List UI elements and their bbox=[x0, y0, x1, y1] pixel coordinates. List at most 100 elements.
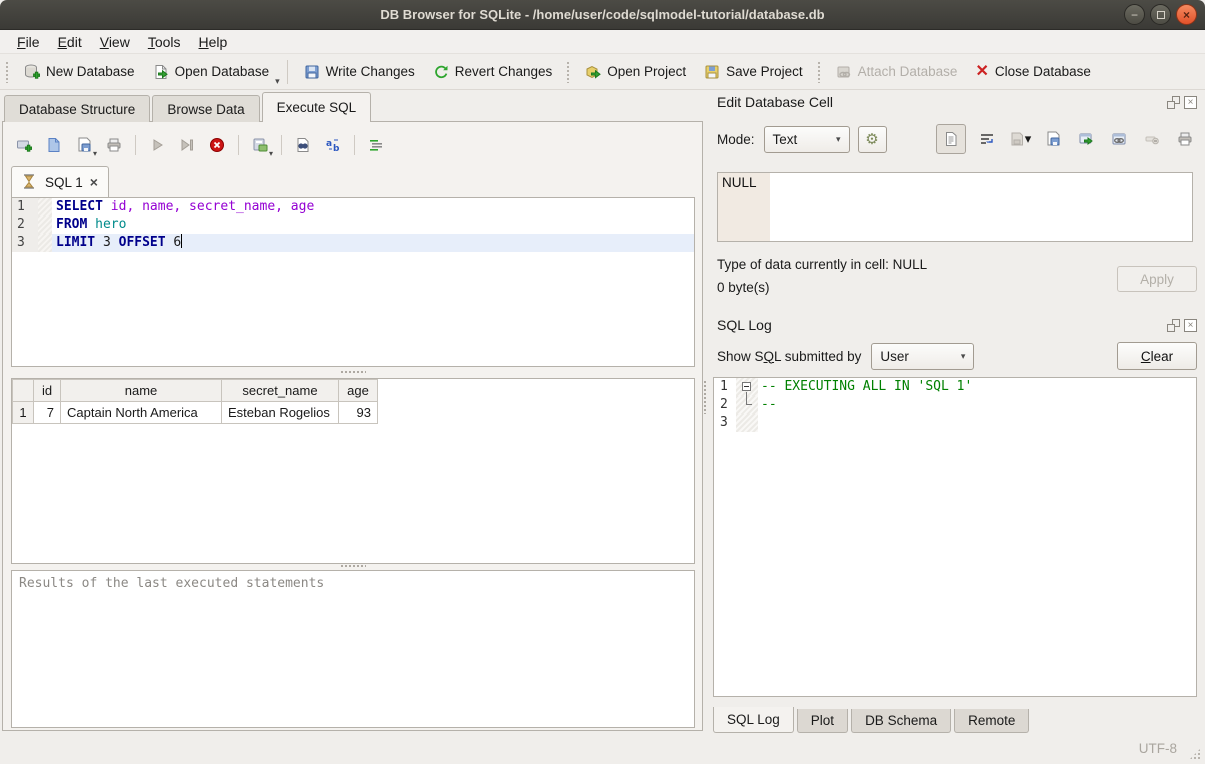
link-icon bbox=[1111, 131, 1127, 147]
menu-help[interactable]: Help bbox=[190, 32, 237, 52]
chevron-down-icon: ▾ bbox=[961, 351, 966, 362]
column-header-secret-name[interactable]: secret_name bbox=[222, 380, 339, 402]
text-mode-button[interactable] bbox=[936, 124, 966, 154]
sql-1-tab[interactable]: SQL 1 × bbox=[11, 166, 109, 197]
toolbar-drag-handle[interactable] bbox=[566, 61, 571, 83]
close-dock-icon[interactable]: × bbox=[1184, 96, 1197, 109]
save-project-button[interactable]: Save Project bbox=[695, 59, 812, 85]
export-results-dropdown[interactable]: ▾ bbox=[269, 149, 273, 158]
print-button[interactable] bbox=[101, 132, 127, 158]
save-sql-file-button[interactable]: ▾ bbox=[71, 132, 97, 158]
cell-name[interactable]: Captain North America bbox=[61, 402, 222, 424]
dock-tab-remote[interactable]: Remote bbox=[954, 709, 1029, 733]
cell-secret-name[interactable]: Esteban Rogelios bbox=[222, 402, 339, 424]
menubar: File Edit View Tools Help bbox=[0, 30, 1205, 54]
import-data-button[interactable]: ▾ bbox=[1008, 127, 1032, 151]
cell-id[interactable]: 7 bbox=[34, 402, 61, 424]
tab-execute-sql[interactable]: Execute SQL bbox=[262, 92, 372, 122]
find-button[interactable] bbox=[290, 132, 316, 158]
tab-browse-data[interactable]: Browse Data bbox=[152, 95, 259, 122]
new-sql-tab-button[interactable] bbox=[11, 132, 37, 158]
cell-age[interactable]: 93 bbox=[339, 402, 378, 424]
open-sql-file-icon bbox=[46, 137, 62, 153]
word-wrap-button[interactable] bbox=[975, 127, 999, 151]
save-sql-dropdown[interactable]: ▾ bbox=[93, 149, 97, 158]
execute-current-line-icon bbox=[179, 137, 195, 153]
close-button[interactable]: × bbox=[1176, 4, 1197, 25]
menu-edit[interactable]: Edit bbox=[49, 32, 91, 52]
resize-grip[interactable] bbox=[1189, 748, 1201, 760]
fold-collapse-icon[interactable] bbox=[742, 382, 751, 391]
format-sql-button[interactable] bbox=[363, 132, 389, 158]
import-dropdown[interactable]: ▾ bbox=[1025, 131, 1032, 147]
open-project-icon bbox=[585, 64, 601, 80]
open-database-dropdown[interactable]: ▾ bbox=[275, 76, 280, 89]
open-database-button[interactable]: Open Database bbox=[144, 59, 279, 85]
open-external-button[interactable] bbox=[1074, 127, 1098, 151]
close-sql-tab-icon[interactable]: × bbox=[90, 174, 98, 190]
print-cell-button[interactable] bbox=[1173, 127, 1197, 151]
toolbar-separator bbox=[238, 135, 239, 155]
menu-tools[interactable]: Tools bbox=[139, 32, 190, 52]
new-database-button[interactable]: New Database bbox=[15, 59, 144, 85]
column-header-age[interactable]: age bbox=[339, 380, 378, 402]
dock-tab-db-schema[interactable]: DB Schema bbox=[851, 709, 951, 733]
table-header-row: id name secret_name age bbox=[13, 380, 378, 402]
mode-select[interactable]: Text▾ bbox=[764, 126, 850, 153]
encoding-indicator[interactable]: UTF-8 bbox=[1139, 741, 1177, 756]
svg-text:b: b bbox=[333, 144, 340, 153]
find-replace-button[interactable]: ab bbox=[320, 132, 346, 158]
splitter-handle[interactable] bbox=[3, 369, 702, 375]
execute-all-icon bbox=[149, 137, 165, 153]
export-results-icon bbox=[252, 137, 268, 153]
sql-log-view[interactable]: 1-- EXECUTING ALL IN 'SQL 1' 2-- 3 bbox=[713, 377, 1197, 697]
save-sql-file-icon bbox=[76, 137, 92, 153]
revert-changes-button[interactable]: Revert Changes bbox=[424, 59, 562, 85]
sql-editor[interactable]: 1SELECT id, name, secret_name, age 2FROM… bbox=[11, 197, 695, 367]
float-dock-icon[interactable] bbox=[1167, 96, 1180, 109]
fold-margin bbox=[736, 414, 758, 432]
export-data-button[interactable] bbox=[1041, 127, 1065, 151]
text-cursor bbox=[181, 234, 182, 248]
minimize-button[interactable]: − bbox=[1124, 4, 1145, 25]
close-database-button[interactable]: ✕ Close Database bbox=[966, 59, 1099, 85]
column-header-id[interactable]: id bbox=[34, 380, 61, 402]
splitter-handle[interactable] bbox=[3, 563, 702, 569]
corner-cell bbox=[13, 380, 34, 402]
attach-database-button[interactable]: Attach Database bbox=[827, 59, 967, 85]
maximize-button[interactable] bbox=[1150, 4, 1171, 25]
open-sql-file-button[interactable] bbox=[41, 132, 67, 158]
copy-link-button[interactable] bbox=[1107, 127, 1131, 151]
toolbar-drag-handle[interactable] bbox=[5, 61, 10, 83]
log-filter-select[interactable]: User▾ bbox=[871, 343, 974, 370]
apply-button[interactable]: Apply bbox=[1117, 266, 1197, 292]
dock-tab-sql-log[interactable]: SQL Log bbox=[713, 707, 794, 733]
execute-all-button[interactable] bbox=[144, 132, 170, 158]
menu-file[interactable]: File bbox=[8, 32, 49, 52]
dock-tab-plot[interactable]: Plot bbox=[797, 709, 848, 733]
toolbar-drag-handle[interactable] bbox=[817, 61, 822, 83]
results-grid[interactable]: id name secret_name age 1 7 Captain Nort… bbox=[11, 378, 695, 564]
close-dock-icon[interactable]: × bbox=[1184, 319, 1197, 332]
export-results-button[interactable]: ▾ bbox=[247, 132, 273, 158]
main-tabbar: Database Structure Browse Data Execute S… bbox=[4, 92, 373, 122]
open-project-button[interactable]: Open Project bbox=[576, 59, 695, 85]
execution-message-area[interactable]: Results of the last executed statements bbox=[11, 570, 695, 728]
row-number[interactable]: 1 bbox=[13, 402, 34, 424]
column-header-name[interactable]: name bbox=[61, 380, 222, 402]
auto-switch-mode-button[interactable]: ⚙ bbox=[858, 126, 887, 153]
execute-current-line-button[interactable] bbox=[174, 132, 200, 158]
stop-button[interactable] bbox=[204, 132, 230, 158]
float-dock-icon[interactable] bbox=[1167, 319, 1180, 332]
write-changes-button[interactable]: Write Changes bbox=[295, 59, 424, 85]
chevron-down-icon: ▾ bbox=[836, 134, 841, 145]
titlebar[interactable]: DB Browser for SQLite - /home/user/code/… bbox=[0, 0, 1205, 30]
cell-value-editor[interactable]: NULL bbox=[717, 172, 1193, 242]
save-project-icon bbox=[704, 64, 720, 80]
menu-view[interactable]: View bbox=[91, 32, 139, 52]
main-toolbar: New Database Open Database ▾ Write Chang… bbox=[0, 54, 1205, 90]
main-content: Database Structure Browse Data Execute S… bbox=[0, 90, 1205, 733]
clear-log-button[interactable]: Clear bbox=[1117, 342, 1197, 370]
tab-database-structure[interactable]: Database Structure bbox=[4, 95, 150, 122]
set-null-button[interactable] bbox=[1140, 127, 1164, 151]
